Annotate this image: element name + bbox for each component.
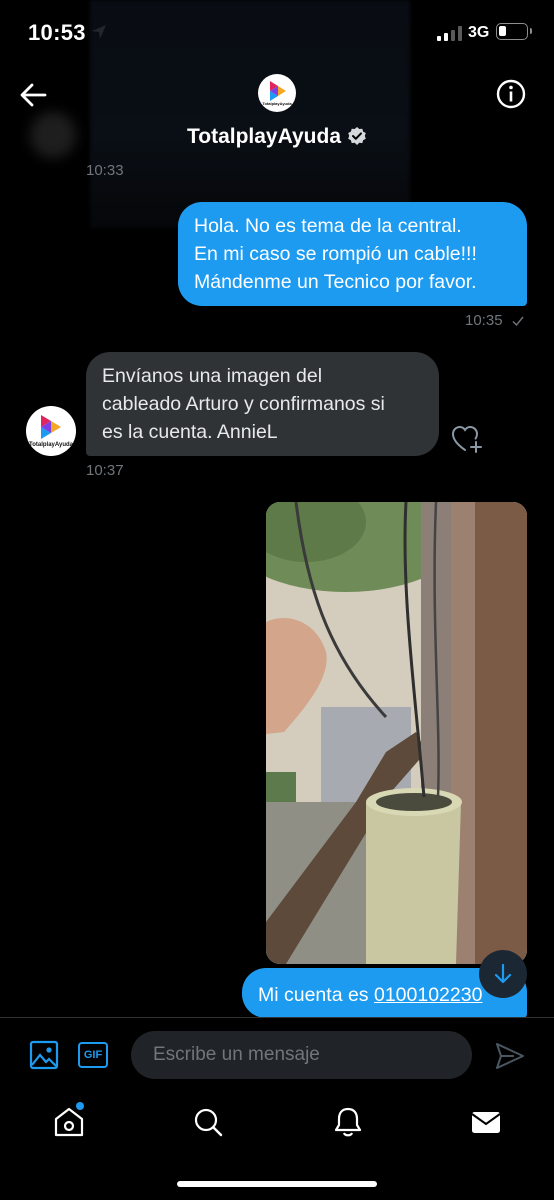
gif-button[interactable]: GIF	[78, 1042, 108, 1068]
totalplay-logo-icon	[41, 415, 61, 439]
cellular-signal-icon	[437, 26, 463, 41]
photo-content	[266, 502, 527, 964]
notifications-icon[interactable]	[331, 1105, 365, 1139]
photo-attachment[interactable]	[266, 502, 527, 964]
status-time: 10:53	[28, 20, 86, 45]
account-number-link[interactable]: 0100102230	[374, 984, 482, 1006]
avatar-logo-text: TotalplayAyuda	[28, 442, 73, 448]
home-indicator	[177, 1181, 377, 1187]
bottom-tab-bar	[0, 1093, 554, 1200]
home-icon[interactable]	[52, 1105, 86, 1139]
message-line: Hola. No es tema de la central.	[194, 215, 462, 237]
new-content-dot	[76, 1102, 84, 1110]
back-arrow-icon[interactable]	[18, 80, 50, 110]
message-timestamp: 10:37	[86, 462, 124, 479]
sender-avatar[interactable]: TotalplayAyuda	[26, 406, 76, 456]
message-line: es la cuenta. AnnieL	[102, 421, 278, 443]
header-avatar[interactable]: TotalplayAyuda	[258, 74, 296, 112]
message-line: Mándenme un Tecnico por favor.	[194, 271, 477, 293]
message-line: En mi caso se rompió un cable!!!	[194, 243, 477, 265]
send-icon[interactable]	[494, 1040, 526, 1072]
react-heart-icon[interactable]	[451, 424, 485, 456]
media-image-icon[interactable]	[29, 1040, 59, 1070]
conversation-title[interactable]: TotalplayAyuda	[0, 125, 554, 149]
message-input[interactable]	[131, 1031, 472, 1079]
message-timestamp: 10:33	[86, 162, 124, 179]
incoming-message-bubble[interactable]: Envíanos una imagen del cableado Arturo …	[86, 352, 439, 456]
info-icon[interactable]	[495, 78, 527, 110]
outgoing-message-bubble[interactable]: Hola. No es tema de la central. En mi ca…	[178, 202, 527, 306]
verified-badge-icon	[348, 127, 366, 145]
scroll-to-bottom-button[interactable]	[479, 950, 527, 998]
sent-check-icon	[512, 316, 524, 327]
messages-icon[interactable]	[469, 1105, 503, 1139]
battery-icon	[496, 23, 532, 40]
message-text: Mi cuenta es	[258, 984, 374, 1006]
message-timestamp: 10:35	[465, 312, 503, 329]
totalplay-logo-icon	[270, 81, 286, 101]
search-icon[interactable]	[191, 1105, 225, 1139]
conversation-header: TotalplayAyuda TotalplayAyuda	[0, 0, 554, 228]
arrow-down-icon	[494, 963, 512, 984]
network-type: 3G	[468, 24, 490, 41]
message-line: Envíanos una imagen del	[102, 365, 323, 387]
message-composer: GIF	[0, 1017, 554, 1093]
avatar-logo-text: TotalplayAyuda	[262, 101, 292, 106]
blurred-background	[90, 0, 410, 228]
message-line: cableado Arturo y confirmanos si	[102, 393, 385, 415]
contact-name: TotalplayAyuda	[186, 125, 342, 148]
